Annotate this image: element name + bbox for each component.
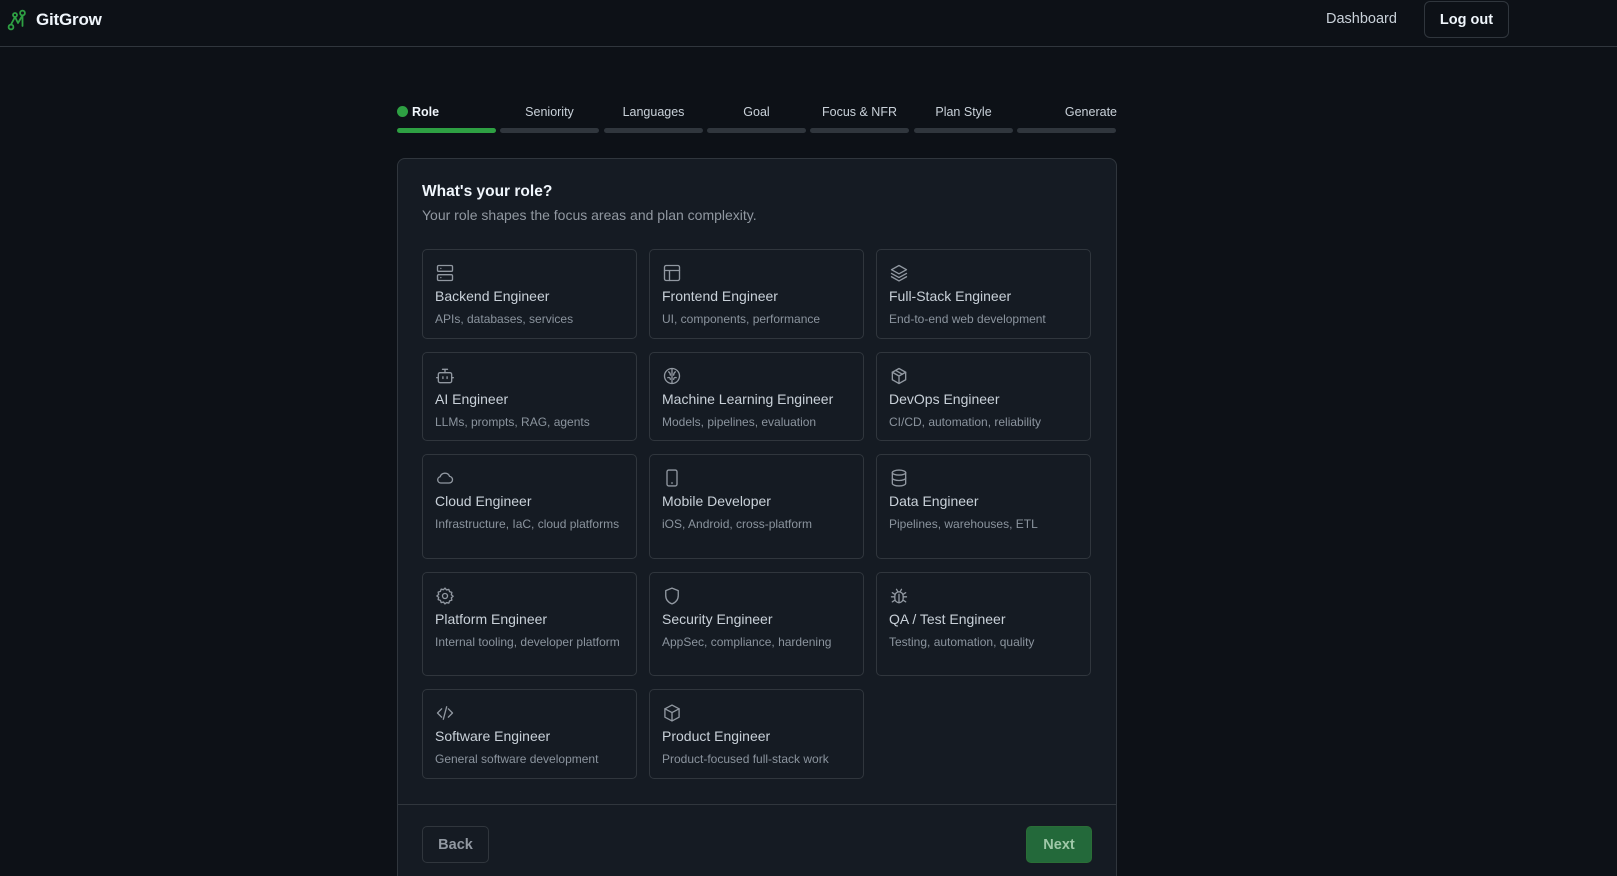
role-name: QA / Test Engineer [889, 611, 1006, 627]
role-name: Frontend Engineer [662, 288, 778, 304]
step-label: Role [412, 105, 440, 119]
role-option-backend-engineer[interactable]: Backend Engineer APIs, databases, servic… [422, 249, 637, 339]
dashboard-link[interactable]: Dashboard [1326, 11, 1397, 27]
role-selection-card: What's your role? Your role shapes the f… [397, 158, 1117, 876]
role-name: Software Engineer [435, 728, 551, 744]
step-focus-nfr[interactable]: Focus & NFR [810, 100, 910, 136]
step-generate[interactable]: Generate [1017, 100, 1117, 136]
step-goal[interactable]: Goal [707, 100, 807, 136]
role-name: Backend Engineer [435, 288, 550, 304]
code-icon [435, 703, 455, 723]
role-description: AppSec, compliance, hardening [662, 635, 832, 649]
package-icon [662, 703, 682, 723]
step-label: Languages [622, 105, 685, 119]
step-plan-style[interactable]: Plan Style [914, 100, 1014, 136]
step-progress-bar [707, 128, 806, 133]
role-description: End-to-end web development [889, 312, 1046, 326]
step-label: Seniority [525, 105, 574, 119]
role-option-machine-learning-engineer[interactable]: Machine Learning Engineer Models, pipeli… [649, 352, 864, 441]
role-description: iOS, Android, cross-platform [662, 517, 813, 531]
role-option-full-stack-engineer[interactable]: Full-Stack Engineer End-to-end web devel… [876, 249, 1091, 339]
role-option-ai-engineer[interactable]: AI Engineer LLMs, prompts, RAG, agents [422, 352, 637, 441]
role-option-platform-engineer[interactable]: Platform Engineer Internal tooling, deve… [422, 572, 637, 676]
next-button[interactable]: Next [1026, 826, 1092, 863]
step-seniority[interactable]: Seniority [500, 100, 600, 136]
shield-icon [662, 586, 682, 606]
card-subtitle: Your role shapes the focus areas and pla… [422, 207, 757, 223]
role-option-data-engineer[interactable]: Data Engineer Pipelines, warehouses, ETL [876, 454, 1091, 559]
role-description: LLMs, prompts, RAG, agents [435, 415, 590, 429]
server-icon [435, 263, 455, 283]
role-name: Machine Learning Engineer [662, 391, 834, 407]
role-description: Infrastructure, IaC, cloud platforms [435, 517, 620, 531]
step-role[interactable]: Role [397, 100, 497, 136]
role-name: Cloud Engineer [435, 493, 532, 509]
role-name: AI Engineer [435, 391, 509, 407]
role-name: Product Engineer [662, 728, 771, 744]
brand[interactable]: GitGrow [7, 8, 102, 32]
step-label: Generate [1064, 105, 1117, 119]
role-description: Testing, automation, quality [889, 635, 1035, 649]
brain-icon [662, 366, 682, 386]
role-option-mobile-developer[interactable]: Mobile Developer iOS, Android, cross-pla… [649, 454, 864, 559]
step-progress-bar [1017, 128, 1116, 133]
card-title: What's your role? [422, 183, 553, 200]
role-option-software-engineer[interactable]: Software Engineer General software devel… [422, 689, 637, 779]
active-step-dot-icon [397, 106, 408, 117]
step-progress-bar [914, 128, 1013, 133]
cloud-icon [435, 468, 455, 488]
step-label: Plan Style [935, 105, 992, 119]
back-button[interactable]: Back [422, 826, 489, 863]
role-name: Full-Stack Engineer [889, 288, 1012, 304]
step-progress-bar [500, 128, 599, 133]
role-name: Platform Engineer [435, 611, 548, 627]
role-description: CI/CD, automation, reliability [889, 415, 1042, 429]
role-name: Data Engineer [889, 493, 979, 509]
brand-name: GitGrow [36, 10, 102, 29]
bug-icon [889, 586, 909, 606]
role-description: General software development [435, 752, 599, 766]
step-languages[interactable]: Languages [604, 100, 704, 136]
role-description: APIs, databases, services [435, 312, 574, 326]
role-option-devops-engineer[interactable]: DevOps Engineer CI/CD, automation, relia… [876, 352, 1091, 441]
step-progress-bar [604, 128, 703, 133]
git-branch-logo-icon [7, 9, 26, 31]
role-option-qa-test-engineer[interactable]: QA / Test Engineer Testing, automation, … [876, 572, 1091, 676]
step-progress-bar [397, 128, 496, 133]
logout-button[interactable]: Log out [1424, 1, 1509, 38]
wizard-stepper: Role Seniority Languages Goal Focus & NF… [397, 100, 1117, 136]
role-description: UI, components, performance [662, 312, 821, 326]
role-description: Models, pipelines, evaluation [662, 415, 817, 429]
role-name: DevOps Engineer [889, 391, 1000, 407]
box-outline-icon [889, 366, 909, 386]
step-label: Focus & NFR [821, 105, 897, 119]
gear-icon [435, 586, 455, 606]
layers-icon [889, 263, 909, 283]
role-option-security-engineer[interactable]: Security Engineer AppSec, compliance, ha… [649, 572, 864, 676]
smartphone-icon [662, 468, 682, 488]
role-option-frontend-engineer[interactable]: Frontend Engineer UI, components, perfor… [649, 249, 864, 339]
bot-icon [435, 366, 455, 386]
role-description: Pipelines, warehouses, ETL [889, 517, 1038, 531]
role-description: Internal tooling, developer platform [435, 635, 620, 649]
card-footer-divider [398, 804, 1116, 805]
role-description: Product-focused full-stack work [662, 752, 829, 766]
role-name: Security Engineer [662, 611, 773, 627]
role-name: Mobile Developer [662, 493, 771, 509]
step-label: Goal [743, 105, 770, 119]
role-option-product-engineer[interactable]: Product Engineer Product-focused full-st… [649, 689, 864, 779]
layout-icon [662, 263, 682, 283]
top-bar: GitGrow Dashboard Log out [0, 0, 1617, 47]
role-option-cloud-engineer[interactable]: Cloud Engineer Infrastructure, IaC, clou… [422, 454, 637, 559]
database-icon [889, 468, 909, 488]
step-progress-bar [810, 128, 909, 133]
